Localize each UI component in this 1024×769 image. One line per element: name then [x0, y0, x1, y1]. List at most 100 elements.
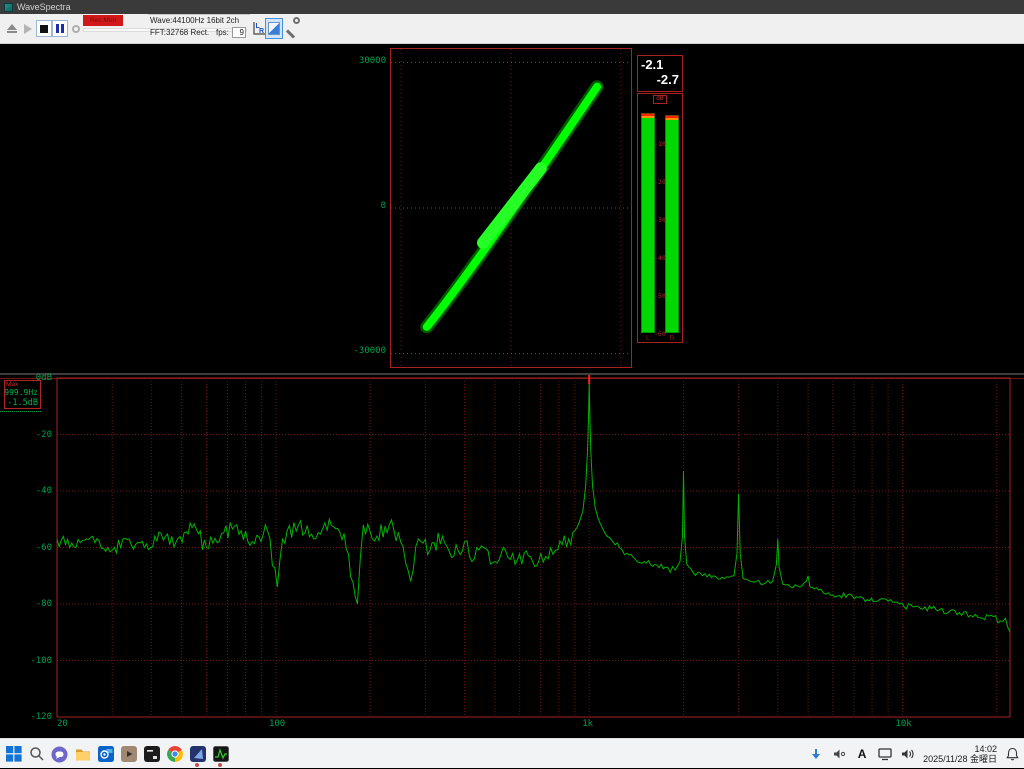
max-peak-frequency: 999.9Hz — [4, 388, 38, 397]
spectrum-y-label: -100 — [30, 656, 52, 666]
left-channel-label: L — [641, 335, 655, 342]
xy-axis-label: 30000 — [359, 56, 386, 66]
speaker-tray-button[interactable] — [900, 744, 916, 764]
file-explorer-button[interactable] — [71, 740, 94, 768]
level-meters: dB -10-20-30-40-50-60 L R — [637, 93, 683, 343]
scope-pane: 30000 0 -30000 -2.1 -2.7 dB -10 -20 -30 -40… — [0, 44, 1024, 373]
stop-icon — [40, 25, 48, 33]
spectrum-x-axis: 20 100 1k 10k — [0, 719, 1024, 731]
spectrum-y-axis: 0dB-20-40-60-80-100-120 — [0, 375, 55, 738]
chat-icon — [51, 746, 68, 763]
spectrum-x-label: 20 — [57, 719, 68, 729]
chrome-icon — [167, 746, 183, 762]
tray-time: 14:02 — [923, 744, 997, 754]
search-icon — [29, 746, 45, 762]
display-icon — [878, 748, 893, 761]
app-icon — [4, 3, 13, 12]
toolbar: Rec.Mon Wave:44100Hz 16bit 2ch FFT:32768… — [0, 14, 1024, 44]
lissajous-plot — [390, 48, 632, 368]
wrench-icon — [290, 20, 297, 37]
xy-axis-label: 0 — [381, 201, 386, 211]
running-indicator — [218, 763, 222, 767]
settings-button[interactable] — [284, 18, 302, 39]
spectrum-y-label: -20 — [36, 430, 52, 440]
wave-format-info: Wave:44100Hz 16bit 2ch — [150, 16, 239, 25]
search-button[interactable] — [25, 740, 48, 768]
info-separator — [148, 14, 250, 15]
meter-scale-label: -20 — [654, 178, 666, 186]
audio-device-icon — [833, 748, 846, 760]
left-level-value: -2.1 — [641, 57, 682, 72]
taskbar-icons — [2, 739, 232, 769]
media-player-button[interactable] — [117, 740, 140, 768]
ime-mode-icon: A — [858, 747, 867, 761]
meter-scale-label: -50 — [654, 292, 666, 300]
db-unit-badge: dB — [653, 95, 667, 104]
dev-app-button[interactable] — [186, 740, 209, 768]
media-player-icon — [121, 746, 137, 762]
pause-button[interactable] — [52, 20, 68, 37]
tray-date: 2025/11/28 金曜日 — [923, 754, 997, 764]
fps-label: fps: — [216, 28, 229, 37]
play-icon — [24, 24, 32, 34]
meter-scale-label: -30 — [654, 216, 666, 224]
rec-monitor-badge: Rec.Mon — [83, 15, 123, 26]
right-meter-bar — [665, 115, 679, 333]
chrome-button[interactable] — [163, 740, 186, 768]
open-eject-icon — [7, 24, 17, 30]
fps-value-field[interactable]: 9 — [232, 27, 246, 38]
window-title: WaveSpectra — [17, 0, 71, 14]
running-indicator — [195, 763, 199, 767]
max-label: Max — [6, 381, 18, 388]
xy-axis-label: -30000 — [353, 346, 386, 356]
notification-bell-button[interactable] — [1004, 744, 1020, 764]
play-button[interactable] — [20, 20, 36, 37]
pause-icon — [56, 24, 64, 33]
right-level-value: -2.7 — [638, 72, 679, 87]
tray-clock[interactable]: 14:02 2025/11/28 金曜日 — [923, 744, 997, 764]
stop-button[interactable] — [36, 20, 52, 37]
spectrum-y-label: -80 — [36, 599, 52, 609]
dev-app-icon — [190, 746, 206, 762]
hidden-icons-button[interactable] — [808, 744, 824, 764]
meter-scale-label: -10 — [654, 140, 666, 148]
meter-scale-label: -40 — [654, 254, 666, 262]
max-peak-level: -1.5dB — [7, 398, 38, 408]
lr-axis-icon: L R — [250, 20, 266, 38]
spectrum-y-label: -60 — [36, 543, 52, 553]
right-channel-label: R — [665, 335, 679, 342]
max-box-underline — [0, 411, 41, 412]
audio-device-button[interactable] — [831, 744, 847, 764]
spectrum-x-label: 10k — [895, 719, 911, 729]
spectrum-y-label: -40 — [36, 486, 52, 496]
spectrum-x-label: 100 — [269, 719, 285, 729]
spectrum-plot — [0, 375, 1024, 738]
start-button[interactable] — [2, 740, 25, 768]
speaker-icon — [901, 748, 915, 760]
wavespectra-icon — [213, 746, 229, 762]
lissajous-trace — [391, 49, 631, 367]
record-button[interactable] — [68, 20, 84, 37]
svg-text:R: R — [259, 28, 264, 35]
outlook-button[interactable] — [94, 740, 117, 768]
open-eject-icon-bar — [7, 31, 17, 33]
chat-button[interactable] — [48, 740, 71, 768]
wavespectra-taskbar-button[interactable] — [209, 740, 232, 768]
display-mode-icon — [268, 22, 280, 35]
fft-info: FFT:32768 Rect. — [150, 28, 209, 37]
level-readout: -2.1 -2.7 — [637, 55, 683, 92]
spectrum-x-label: 1k — [582, 719, 593, 729]
max-peak-box: Max 999.9Hz -1.5dB — [4, 380, 41, 409]
display-tray-button[interactable] — [877, 744, 893, 764]
ime-mode-button[interactable]: A — [854, 744, 870, 764]
terminal-button[interactable] — [140, 740, 163, 768]
open-button[interactable] — [4, 20, 20, 37]
hidden-icons-arrow-icon — [810, 748, 822, 761]
terminal-icon — [144, 746, 160, 762]
outlook-icon — [98, 746, 114, 762]
spectrum-pane: 0dB-20-40-60-80-100-120 201001k10k Max 9… — [0, 375, 1024, 738]
display-mode-button[interactable] — [265, 18, 283, 39]
left-meter-bar — [641, 113, 655, 333]
system-tray: A 14:02 2025/11/28 金曜日 — [808, 739, 1020, 769]
titlebar: WaveSpectra — [0, 0, 1024, 14]
